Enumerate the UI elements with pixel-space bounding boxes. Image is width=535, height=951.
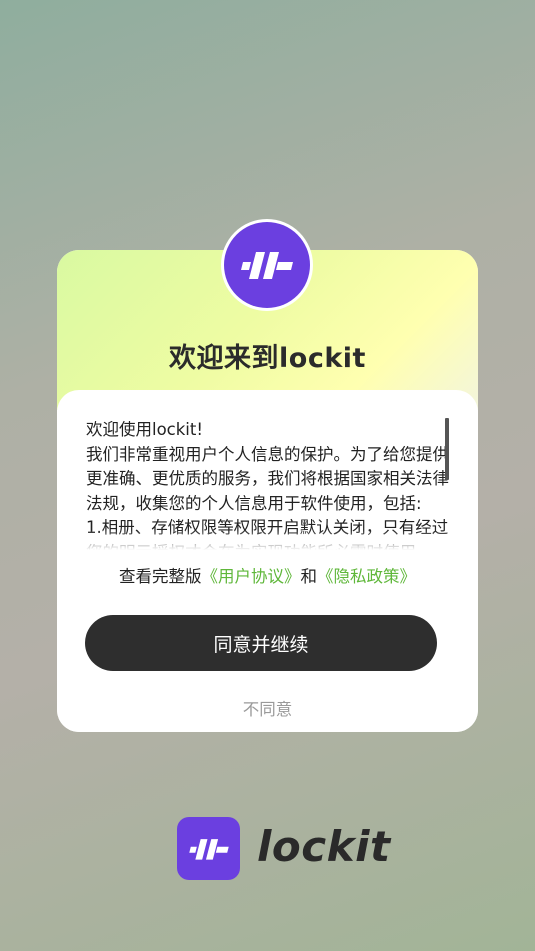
dialog-title: 欢迎来到lockit (169, 343, 366, 374)
consent-paragraph: 我们非常重视用户个人信息的保护。为了给您提供更准确、更优质的服务，我们将根据国家… (86, 444, 449, 513)
policy-links: 查看完整版《用户协议》和《隐私政策》 (0, 563, 535, 587)
brand-name: lockit (257, 822, 391, 871)
privacy-policy-link[interactable]: 《隐私政策》 (317, 567, 416, 586)
content-fade (86, 530, 450, 550)
disagree-button[interactable]: 不同意 (0, 696, 535, 720)
links-and: 和 (300, 567, 318, 586)
consent-text[interactable]: 欢迎使用lockit! 我们非常重视用户个人信息的保护。为了给您提供更准确、更优… (86, 418, 450, 550)
consent-paragraph: 欢迎使用lockit! (86, 420, 203, 439)
user-agreement-link[interactable]: 《用户协议》 (202, 567, 301, 586)
lockit-mark-icon (241, 252, 293, 279)
agree-button[interactable]: 同意并继续 (85, 615, 437, 671)
lockit-logo-icon (224, 222, 310, 308)
links-prefix: 查看完整版 (119, 567, 202, 586)
content-scrollbar[interactable] (445, 418, 449, 480)
app-avatar (221, 219, 313, 311)
lockit-mark-icon (188, 838, 229, 860)
brand-logo-icon (177, 817, 240, 880)
